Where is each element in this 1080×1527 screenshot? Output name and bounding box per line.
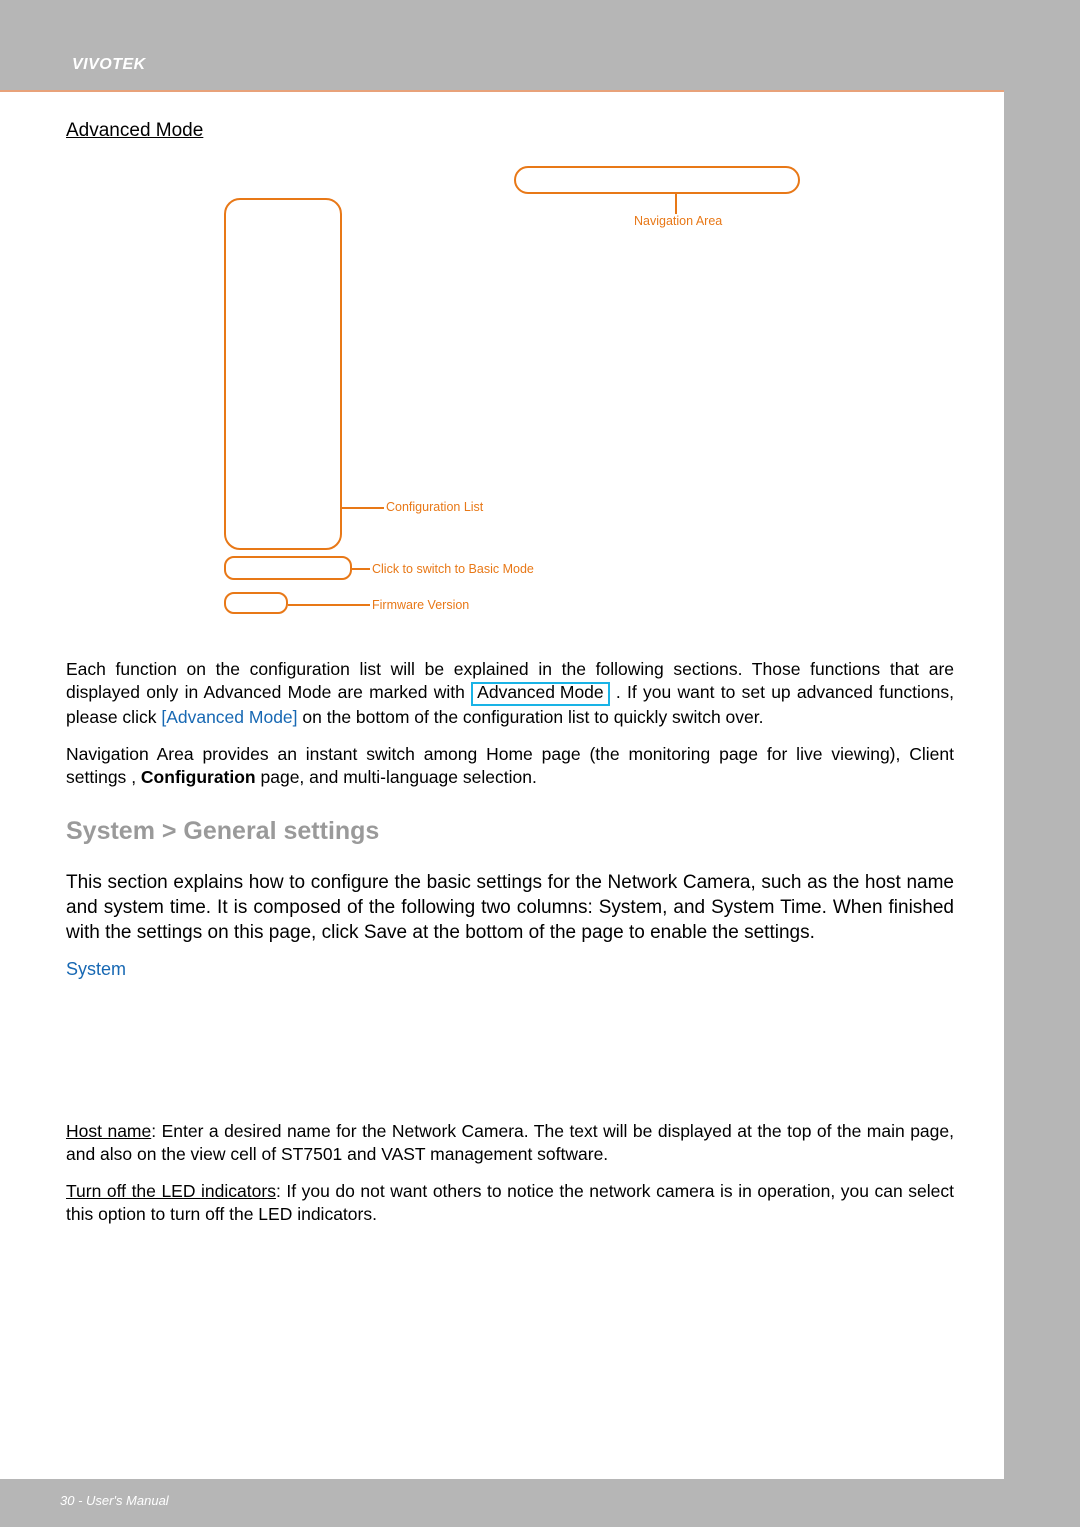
connector-line — [675, 194, 677, 214]
configuration-list-box — [224, 198, 342, 550]
page-footer-bar: 30 - User's Manual — [0, 1479, 1004, 1527]
page-header-bar: VIVOTEK — [0, 0, 1004, 90]
text: Navigation Area provides an instant swit… — [66, 744, 909, 764]
document-page: VIVOTEK Advanced Mode Navigation Area Co… — [0, 0, 1004, 1527]
system-subheading: System — [66, 959, 954, 980]
navigation-area-label: Navigation Area — [634, 214, 722, 228]
configuration-list-label: Configuration List — [386, 500, 483, 514]
navigation-area-box — [514, 166, 800, 194]
section-title: Advanced Mode — [66, 120, 954, 142]
advanced-mode-badge: Advanced Mode — [471, 682, 609, 706]
heading-system-general: System > General settings — [66, 817, 954, 846]
connector-line — [352, 568, 370, 570]
paragraph-navigation: Navigation Area provides an instant swit… — [66, 743, 954, 789]
text: on the bottom of the configuration list … — [302, 707, 763, 727]
connector-line — [288, 604, 370, 606]
firmware-version-box — [224, 592, 288, 614]
text: , — [131, 767, 141, 787]
configuration-bold: Configuration — [141, 767, 256, 787]
text: : Enter a desired name for the Network C… — [66, 1121, 954, 1164]
footer-text: 30 - User's Manual — [60, 1493, 169, 1508]
page-content: Advanced Mode Navigation Area Configurat… — [0, 92, 1004, 1260]
ui-diagram: Navigation Area Configuration List Click… — [66, 158, 954, 638]
connector-line — [342, 507, 384, 509]
paragraph-led: Turn off the LED indicators: If you do n… — [66, 1180, 954, 1226]
switch-mode-box — [224, 556, 352, 580]
paragraph-general-intro: This section explains how to configure t… — [66, 870, 954, 945]
paragraph-hostname: Host name: Enter a desired name for the … — [66, 1120, 954, 1166]
advanced-mode-link: [Advanced Mode] — [161, 707, 297, 727]
led-label: Turn off the LED indicators — [66, 1181, 276, 1201]
paragraph-functions: Each function on the configuration list … — [66, 658, 954, 729]
text: page, and multi-language selection. — [261, 767, 537, 787]
firmware-version-label: Firmware Version — [372, 598, 469, 612]
switch-basic-label: Click to switch to Basic Mode — [372, 562, 534, 576]
brand-label: VIVOTEK — [72, 56, 146, 74]
hostname-label: Host name — [66, 1121, 151, 1141]
